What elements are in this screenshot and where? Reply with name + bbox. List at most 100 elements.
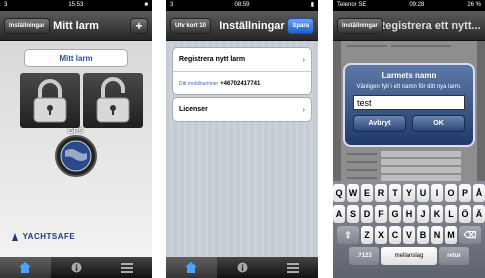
key-f[interactable]: F (375, 205, 387, 223)
key-å[interactable]: Å (473, 184, 485, 202)
settings-group: Registrera nytt larm › Ditt mobilnummer … (172, 47, 312, 95)
clock: 15:53 (68, 2, 84, 8)
yachtsafe-logo: YACHTSAFE (10, 232, 75, 242)
tab-info[interactable] (51, 257, 102, 278)
tab-list[interactable] (267, 257, 318, 278)
key-o[interactable]: O (445, 184, 457, 202)
keyboard: QWERTYUIOPÅ ASDFGHJKLÖÄ ⇧ ZXCVBNM ⌫ .?12… (333, 181, 485, 278)
battery-icon: ■ (144, 2, 148, 8)
key-z[interactable]: Z (361, 226, 373, 244)
space-key[interactable]: mellanslag (381, 247, 437, 265)
key-d[interactable]: D (361, 205, 373, 223)
tab-info[interactable] (217, 257, 268, 278)
tab-home[interactable] (166, 257, 217, 278)
key-n[interactable]: N (431, 226, 443, 244)
back-button[interactable]: Inställningar (337, 18, 383, 34)
tab-home[interactable] (0, 257, 51, 278)
licenses-label: Licenser (179, 106, 208, 113)
clock: 08:59 (234, 2, 250, 8)
page-title: Mitt larm (53, 19, 99, 32)
list-icon (286, 262, 299, 273)
key-t[interactable]: T (389, 184, 401, 202)
home-icon (185, 262, 198, 273)
key-ä[interactable]: Ä (473, 205, 485, 223)
phone-number-label: Ditt mobilnummer (179, 80, 219, 87)
key-q[interactable]: Q (333, 184, 345, 202)
shift-key[interactable]: ⇧ (337, 226, 359, 244)
unlock-button[interactable] (83, 73, 143, 128)
key-v[interactable]: V (403, 226, 415, 244)
info-icon (71, 262, 81, 273)
phone-number-row[interactable]: Ditt mobilnummer +46702417741 (173, 71, 311, 94)
battery-label: 26 % (467, 2, 481, 8)
navigation-bar: Inställningar Registrera ett nytt... (333, 11, 485, 41)
key-s[interactable]: S (347, 205, 359, 223)
dialog-title: Larmets namn (381, 71, 437, 80)
key-b[interactable]: B (417, 226, 429, 244)
form-area: Larmets namn Vänligen fyll i ett namn fö… (333, 41, 485, 278)
status-bar: Telenor SE 09:28 26 % (333, 0, 485, 11)
save-button[interactable]: Spara (287, 18, 314, 34)
settings-list: Registrera nytt larm › Ditt mobilnummer … (166, 41, 318, 257)
info-icon (237, 262, 247, 273)
key-u[interactable]: U (417, 184, 429, 202)
gps-globe-button[interactable] (55, 135, 97, 177)
sail-icon (12, 233, 18, 241)
logo-text: YACHTSAFE (22, 232, 76, 242)
alarm-panel: Mitt larm GPS YACHTSAFE (0, 41, 152, 257)
back-button[interactable]: Utv kort 10 (170, 18, 212, 34)
key-w[interactable]: W (347, 184, 359, 202)
key-m[interactable]: M (445, 226, 457, 244)
alarm-name-button[interactable]: Mitt larm (24, 49, 128, 67)
key-a[interactable]: A (333, 205, 345, 223)
key-c[interactable]: C (389, 226, 401, 244)
backspace-key[interactable]: ⌫ (459, 226, 481, 244)
cancel-button[interactable]: Avbryt (353, 115, 406, 132)
battery-icon: ▮ (310, 2, 314, 8)
ok-button[interactable]: OK (412, 115, 465, 132)
key-g[interactable]: G (389, 205, 401, 223)
lock-closed-icon (33, 79, 67, 123)
alarm-name-dialog: Larmets namn Vänligen fyll i ett namn fö… (343, 63, 475, 147)
status-bar: 3 08:59 ▮ (166, 0, 318, 11)
key-r[interactable]: R (375, 184, 387, 202)
tab-list[interactable] (101, 257, 152, 278)
tab-bar (0, 257, 152, 278)
screen-installningar: 3 08:59 ▮ Utv kort 10 Inställningar Spar… (166, 0, 318, 278)
page-title: Registrera ett nytt... (377, 19, 481, 32)
lock-button[interactable] (20, 73, 80, 128)
numbers-key[interactable]: .?123 (349, 247, 379, 265)
page-title: Inställningar (219, 19, 285, 32)
key-x[interactable]: X (375, 226, 387, 244)
navigation-bar: Utv kort 10 Inställningar Spara (166, 11, 318, 41)
key-e[interactable]: E (361, 184, 373, 202)
key-ö[interactable]: Ö (459, 205, 471, 223)
settings-button[interactable]: Inställningar (4, 18, 50, 34)
key-h[interactable]: H (403, 205, 415, 223)
key-y[interactable]: Y (403, 184, 415, 202)
tab-bar (166, 257, 318, 278)
key-i[interactable]: I (431, 184, 443, 202)
chevron-right-icon: › (302, 55, 305, 64)
key-j[interactable]: J (417, 205, 429, 223)
home-icon (19, 262, 32, 273)
status-bar: 3 15:53 ■ (0, 0, 152, 11)
register-alarm-label: Registrera nytt larm (179, 56, 246, 63)
screen-mitt-larm: 3 15:53 ■ Inställningar Mitt larm + Mitt… (0, 0, 152, 278)
phone-number-value: +46702417741 (220, 80, 261, 87)
add-button[interactable]: + (130, 18, 148, 34)
key-k[interactable]: K (431, 205, 443, 223)
licenses-group: Licenser › (172, 97, 312, 122)
dialog-message: Vänligen fyll i ett namn för ditt nya la… (356, 84, 462, 90)
return-key[interactable]: retur (439, 247, 469, 265)
alarm-name-input[interactable]: test (353, 95, 465, 110)
key-p[interactable]: P (459, 184, 471, 202)
screen-register-alarm: Telenor SE 09:28 26 % Inställningar Regi… (333, 0, 485, 278)
key-l[interactable]: L (445, 205, 457, 223)
licenses-row[interactable]: Licenser › (173, 98, 311, 121)
register-alarm-row[interactable]: Registrera nytt larm › (173, 48, 311, 71)
lock-open-icon (96, 77, 130, 123)
chevron-right-icon: › (302, 105, 305, 114)
list-icon (120, 262, 133, 273)
navigation-bar: Inställningar Mitt larm + (0, 11, 152, 41)
